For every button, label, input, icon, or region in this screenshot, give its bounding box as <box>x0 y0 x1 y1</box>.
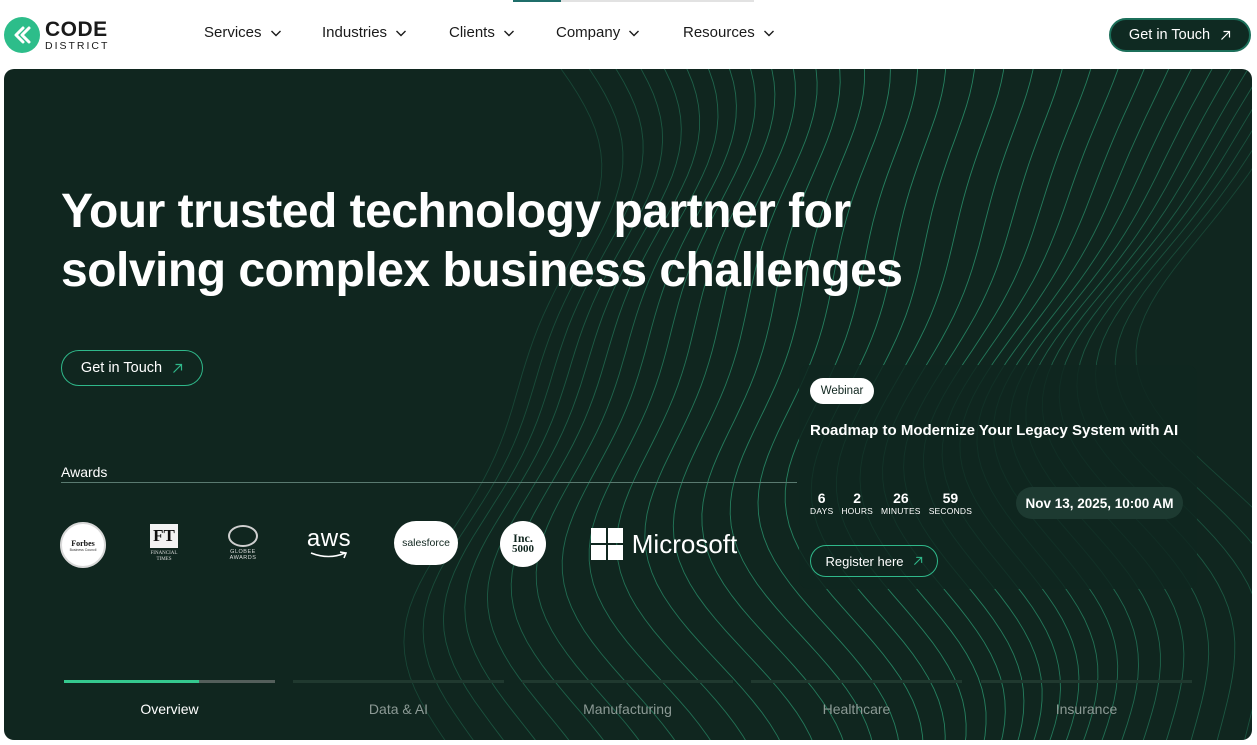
register-here-button[interactable]: Register here <box>810 545 938 577</box>
logo-text-bottom: DISTRICT <box>45 39 110 52</box>
chevron-down-icon <box>396 30 407 36</box>
header-get-in-touch-button[interactable]: Get in Touch <box>1109 18 1251 52</box>
tab-insurance[interactable]: Insurance <box>981 680 1192 730</box>
nav-item-company[interactable]: Company <box>556 24 683 41</box>
awards-divider <box>61 482 797 483</box>
tab-label: Insurance <box>1055 701 1118 717</box>
site-header: CODE DISTRICT Services Industries Client… <box>0 0 1257 68</box>
countdown-value: 6 <box>817 490 826 506</box>
webinar-countdown: 6 DAYS 2 HOURS 26 MINUTES 59 SECONDS <box>810 490 980 516</box>
nav-item-label: Resources <box>683 24 755 41</box>
salesforce-logo: salesforce <box>394 521 458 565</box>
tab-label: Manufacturing <box>583 701 672 717</box>
forbes-caption: Business Council <box>69 547 97 552</box>
arrow-up-right-icon <box>173 363 183 373</box>
scroll-indicator-track <box>561 0 754 2</box>
tab-progress-remaining <box>199 680 275 683</box>
hero-section: Your trusted technology partner for solv… <box>4 69 1252 740</box>
logo-mark-icon <box>4 17 40 53</box>
nav-item-services[interactable]: Services <box>204 24 322 41</box>
microsoft-name: Microsoft <box>631 528 738 559</box>
tab-progress-track <box>751 680 962 683</box>
ft-caption-1: FINANCIAL <box>150 551 178 556</box>
webinar-badge: Webinar <box>810 378 874 404</box>
chevron-down-icon <box>270 30 281 36</box>
ft-name: FT <box>150 524 178 548</box>
tab-progress-track <box>293 680 504 683</box>
countdown-seconds: 59 SECONDS <box>929 490 972 516</box>
logo-text-top: CODE <box>45 17 108 41</box>
globe-icon <box>228 524 258 547</box>
chevron-down-icon <box>629 30 640 36</box>
tab-progress-track <box>981 680 1192 683</box>
tab-manufacturing[interactable]: Manufacturing <box>522 680 733 730</box>
hero-headline: Your trusted technology partner for solv… <box>61 182 981 300</box>
tab-label: Healthcare <box>822 701 891 717</box>
nav-item-industries[interactable]: Industries <box>322 24 449 41</box>
tab-data-ai[interactable]: Data & AI <box>293 680 504 730</box>
countdown-value: 2 <box>853 490 862 506</box>
tab-overview[interactable]: Overview <box>64 680 275 730</box>
arrow-up-right-icon <box>1221 30 1231 40</box>
button-label: Get in Touch <box>1128 27 1211 43</box>
microsoft-logo: Microsoft <box>586 526 742 562</box>
nav-item-label: Industries <box>322 24 388 41</box>
inc-line-2: 5000 <box>512 543 534 555</box>
tab-healthcare[interactable]: Healthcare <box>751 680 962 730</box>
salesforce-name: salesforce <box>402 537 450 549</box>
countdown-label: MINUTES <box>881 506 921 516</box>
countdown-value: 26 <box>893 490 909 506</box>
webinar-title[interactable]: Roadmap to Modernize Your Legacy System … <box>810 420 1190 442</box>
globee-award-logo: GLOBEE AWARDS <box>221 521 265 565</box>
nav-item-resources[interactable]: Resources <box>683 24 793 41</box>
headline-line-2: solving complex business challenges <box>61 244 903 297</box>
hero-get-in-touch-button[interactable]: Get in Touch <box>61 350 203 386</box>
aws-smile-icon <box>310 551 348 559</box>
inc-5000-logo: Inc. 5000 <box>500 521 546 567</box>
nav-item-label: Clients <box>449 24 495 41</box>
forbes-award-logo: Forbes Business Council <box>60 522 106 568</box>
countdown-label: DAYS <box>810 506 834 516</box>
button-label: Register here <box>825 553 904 569</box>
microsoft-grid-icon <box>590 528 623 560</box>
nav-item-label: Company <box>556 24 621 41</box>
nav-item-clients[interactable]: Clients <box>449 24 556 41</box>
logo[interactable]: CODE DISTRICT <box>4 15 114 55</box>
chevron-down-icon <box>503 30 514 36</box>
main-nav: Services Industries Clients Company Reso… <box>204 24 793 41</box>
countdown-hours: 2 HOURS <box>841 490 873 516</box>
webinar-card: Webinar Roadmap to Modernize Your Legacy… <box>799 365 1197 589</box>
countdown-label: SECONDS <box>928 506 973 516</box>
headline-line-1: Your trusted technology partner for <box>61 185 851 238</box>
webinar-date-pill: Nov 13, 2025, 10:00 AM <box>1016 487 1183 519</box>
countdown-days: 6 DAYS <box>810 490 833 516</box>
countdown-value: 59 <box>942 490 959 506</box>
aws-name: aws <box>306 525 352 552</box>
chevron-down-icon <box>763 30 774 36</box>
tab-progress-fill <box>64 680 200 683</box>
countdown-label: HOURS <box>841 506 874 516</box>
tab-progress-track <box>522 680 733 683</box>
arrow-up-right-icon <box>913 556 922 566</box>
aws-logo: aws <box>304 525 354 561</box>
forbes-name: Forbes <box>71 538 95 548</box>
tab-label: Data & AI <box>368 701 429 717</box>
financial-times-award-logo: FT FINANCIAL TIMES <box>147 520 181 566</box>
awards-heading: Awards <box>61 464 108 480</box>
scroll-indicator <box>513 0 561 2</box>
ft-caption-2: TIMES <box>156 556 172 562</box>
button-label: Get in Touch <box>80 360 163 376</box>
countdown-minutes: 26 MINUTES <box>881 490 921 516</box>
globee-caption-2: AWARDS <box>229 555 257 561</box>
nav-item-label: Services <box>204 24 262 41</box>
industry-tabs: Overview Data & AI Manufacturing Healthc… <box>64 680 1192 740</box>
tab-label: Overview <box>140 701 199 717</box>
